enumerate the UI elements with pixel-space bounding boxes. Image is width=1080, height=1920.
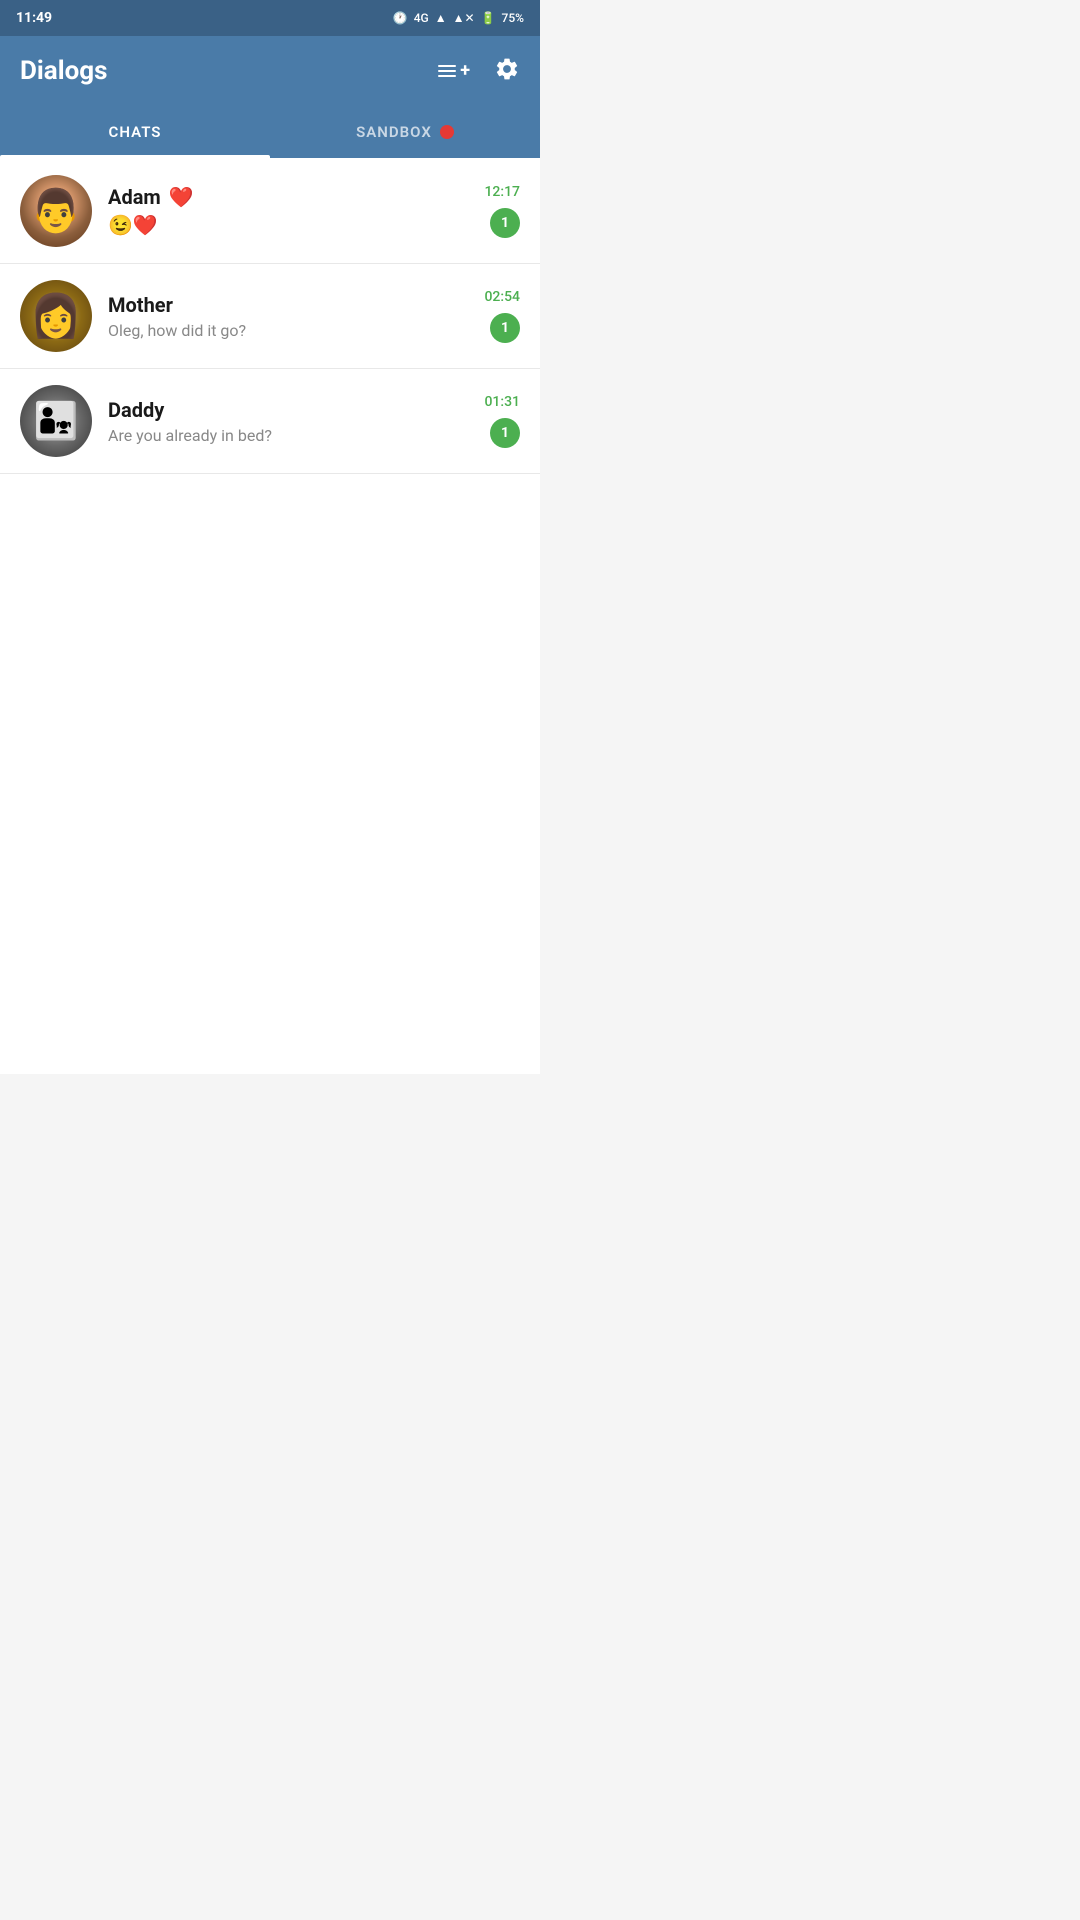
network-type: 4G (414, 11, 429, 25)
mother-name-row: Mother (108, 293, 472, 317)
status-time: 11:49 (16, 10, 52, 26)
adam-name: Adam (108, 185, 161, 209)
tab-sandbox[interactable]: SANDBOX (270, 106, 540, 158)
chats-tab-label: CHATS (109, 123, 162, 141)
adam-last-message: 😉❤️ (108, 213, 472, 237)
adam-name-row: Adam ❤️ (108, 185, 472, 209)
mother-unread-badge: 1 (490, 313, 520, 343)
daddy-meta: 01:31 1 (484, 394, 520, 448)
gear-icon (494, 56, 520, 82)
tab-chats[interactable]: CHATS (0, 106, 270, 158)
settings-button[interactable] (494, 56, 520, 86)
page-title: Dialogs (20, 56, 107, 86)
empty-area (0, 474, 540, 1074)
daddy-unread-badge: 1 (490, 418, 520, 448)
adam-name-emoji: ❤️ (169, 185, 194, 209)
signal-icon: ▲ (435, 11, 447, 25)
chat-item-adam[interactable]: Adam ❤️ 😉❤️ 12:17 1 (0, 159, 540, 264)
adam-avatar (20, 175, 92, 247)
mother-chat-content: Mother Oleg, how did it go? (108, 293, 472, 340)
daddy-avatar (20, 385, 92, 457)
battery-percent: 75% (502, 11, 524, 25)
tabs-bar: CHATS SANDBOX (0, 106, 540, 158)
mother-avatar (20, 280, 92, 352)
mother-last-message: Oleg, how did it go? (108, 321, 472, 340)
adam-chat-content: Adam ❤️ 😉❤️ (108, 185, 472, 237)
chat-item-daddy[interactable]: Daddy Are you already in bed? 01:31 1 (0, 369, 540, 474)
mother-name: Mother (108, 293, 173, 317)
header-actions: + (438, 56, 520, 86)
plus-icon: + (460, 60, 470, 81)
header: Dialogs + (0, 36, 540, 106)
status-icons: 🕐 4G ▲ ▲✕ 🔋 75% (393, 11, 524, 25)
daddy-last-message: Are you already in bed? (108, 426, 472, 445)
list-lines-icon (438, 65, 456, 77)
alarm-icon: 🕐 (393, 11, 408, 25)
adam-meta: 12:17 1 (484, 184, 520, 238)
signal-x-icon: ▲✕ (453, 11, 475, 25)
sandbox-notification-dot (440, 125, 454, 139)
adam-time: 12:17 (484, 184, 520, 200)
battery-icon: 🔋 (481, 11, 496, 25)
mother-meta: 02:54 1 (484, 289, 520, 343)
status-bar: 11:49 🕐 4G ▲ ▲✕ 🔋 75% (0, 0, 540, 36)
adam-unread-badge: 1 (490, 208, 520, 238)
sandbox-tab-label: SANDBOX (356, 123, 432, 141)
daddy-chat-content: Daddy Are you already in bed? (108, 398, 472, 445)
mother-time: 02:54 (484, 289, 520, 305)
daddy-name: Daddy (108, 398, 164, 422)
chat-item-mother[interactable]: Mother Oleg, how did it go? 02:54 1 (0, 264, 540, 369)
daddy-time: 01:31 (484, 394, 520, 410)
daddy-name-row: Daddy (108, 398, 472, 422)
new-chat-button[interactable]: + (438, 62, 470, 81)
chat-list: Adam ❤️ 😉❤️ 12:17 1 Mother Oleg, how did… (0, 159, 540, 474)
